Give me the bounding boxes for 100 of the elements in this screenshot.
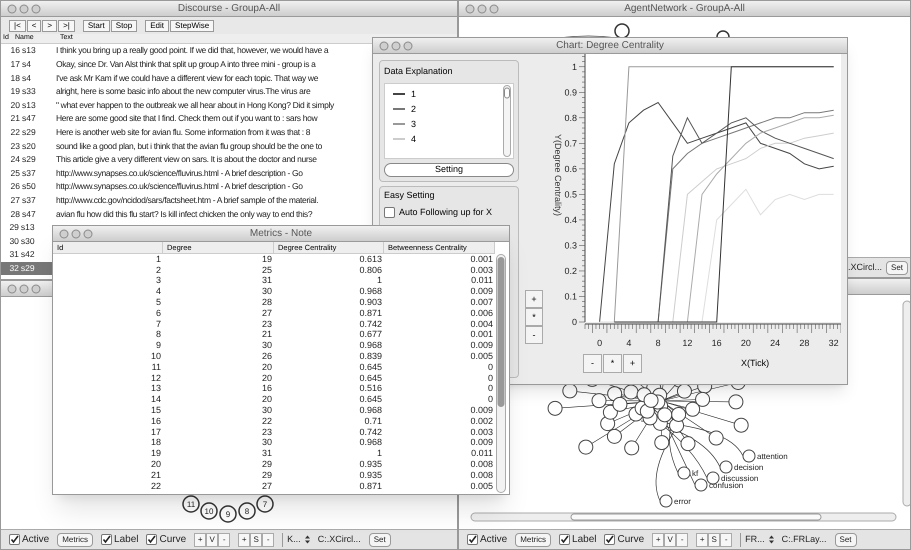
table-cell-text: 21 bbox=[150, 470, 162, 480]
table-cell: Here is another web site for avian flu. Some information from it was that : 8 bbox=[56, 126, 310, 139]
tick-label: 20 bbox=[740, 338, 751, 348]
table-cell-text: 0.871 bbox=[358, 308, 383, 318]
table-cell-text: 23 bbox=[10, 140, 20, 152]
checkbox-label: Active bbox=[22, 533, 50, 547]
tick-label: 1 bbox=[572, 62, 577, 72]
tick-label: 0.1 bbox=[564, 291, 577, 302]
window-title: AgentNetwork - GroupA-All bbox=[623, 4, 746, 14]
table-cell-text: 30 bbox=[8, 234, 19, 248]
table-cell-text: 0.516 bbox=[358, 384, 383, 394]
table-cell-text: 31 bbox=[260, 276, 273, 286]
table-cell: http://www.synapses.co.uk/science/fluvirus.html - A brief description - Go bbox=[56, 166, 303, 180]
table-cell-text: 0.71 bbox=[363, 416, 383, 426]
table-cell: I've ask Mr Kam if we could have a different view for each topic. That way we bbox=[56, 72, 318, 84]
table-cell: http://www.synapses.co.uk/science/fluvirus.html - A brief description - Go bbox=[56, 180, 303, 194]
table-cell: " what ever happen to the outbreak we all hear about in Hong Kong? Did it simply bbox=[56, 98, 334, 112]
table-cell-text: 0.806 bbox=[358, 266, 383, 275]
legend-label: 1 bbox=[411, 90, 416, 98]
table-cell-text: 0.009 bbox=[469, 287, 494, 296]
table-cell-text: 0.007 bbox=[469, 298, 494, 308]
window-title: Discourse - GroupA-All bbox=[176, 4, 282, 14]
table-cell-text: s30 bbox=[20, 234, 36, 248]
table-cell-text: 0.968 bbox=[358, 287, 383, 296]
axis-title: Y(Degree Centrality) bbox=[553, 134, 563, 216]
table-cell-text: 17 bbox=[10, 58, 20, 71]
table-cell-text: 28 bbox=[10, 208, 20, 220]
table-cell-text: s42 bbox=[20, 248, 36, 262]
table-cell-text: 0.005 bbox=[469, 352, 494, 362]
table-cell-text: 0 bbox=[486, 384, 494, 394]
table-cell-text: 29 bbox=[260, 470, 273, 480]
table-cell-text: 0.003 bbox=[469, 428, 494, 437]
table-cell-text: 3 bbox=[154, 276, 162, 286]
table-cell-text: 31 bbox=[8, 248, 19, 262]
tick-label: 0 bbox=[597, 338, 602, 348]
table-cell-text: s13 bbox=[21, 44, 37, 58]
node-label: 11 bbox=[186, 500, 196, 509]
group-title: Easy Setting bbox=[384, 188, 436, 202]
table-cell-text: 30 bbox=[260, 287, 273, 296]
tick-label: 0.3 bbox=[564, 240, 577, 250]
table-cell-text: 0.001 bbox=[469, 330, 494, 340]
axis-title: X(Tick) bbox=[741, 356, 770, 370]
table-cell-text: 0.645 bbox=[358, 395, 383, 404]
tick-label: 24 bbox=[770, 338, 780, 348]
table-cell-text: 0.871 bbox=[358, 482, 383, 491]
table-cell-text: 14 bbox=[150, 395, 162, 404]
table-cell-text: 0.009 bbox=[469, 438, 494, 448]
table-cell-text: 20 bbox=[10, 98, 20, 112]
table-cell-text: 30 bbox=[260, 406, 273, 416]
table-cell-text: 5 bbox=[154, 298, 162, 308]
table-cell-text: 25 bbox=[260, 266, 273, 275]
node-label: error bbox=[674, 497, 691, 506]
table-cell-text: 19 bbox=[10, 85, 20, 98]
table-cell-text: 15 bbox=[150, 406, 162, 416]
table-cell-text: 30 bbox=[260, 341, 273, 350]
table-cell-text: 6 bbox=[154, 308, 162, 318]
table-cell-text: 8 bbox=[154, 330, 162, 340]
table-cell-text: 0.613 bbox=[358, 254, 383, 264]
legend-label: 2 bbox=[411, 104, 416, 114]
table-cell-text: 28 bbox=[260, 298, 273, 308]
table-cell-text: 0.009 bbox=[469, 341, 494, 350]
table-cell: Okay, since Dr. Van Alst think that split up group A into three mini - group is a bbox=[56, 58, 316, 71]
checkbox-label: Label bbox=[572, 533, 596, 547]
table-cell-text: 4 bbox=[154, 287, 162, 296]
tick-label: 0 bbox=[572, 317, 577, 327]
tick-label: 8 bbox=[656, 338, 661, 348]
table-cell-text: 0.009 bbox=[469, 406, 494, 416]
table-cell-text: s13 bbox=[20, 221, 36, 234]
table-cell-text: 0.839 bbox=[358, 352, 383, 362]
table-cell: Here are some good site that I find. Check them out if you want to : sars how bbox=[56, 112, 318, 126]
node-label: 10 bbox=[204, 507, 214, 516]
window-title: Chart: Degree Centrality bbox=[555, 40, 665, 50]
table-cell-text: 17 bbox=[150, 428, 162, 437]
table-cell-text: 18 bbox=[10, 72, 20, 84]
table-cell-text: s29 bbox=[21, 153, 37, 166]
table-cell-text: 9 bbox=[154, 341, 162, 350]
table-cell-text: 20 bbox=[260, 395, 273, 404]
tick-label: 32 bbox=[828, 338, 839, 348]
table-cell-text: s29 bbox=[20, 262, 36, 275]
table-cell-text: 0.011 bbox=[470, 276, 494, 286]
layout-path: C:.XCircl... bbox=[318, 532, 361, 546]
table-cell-text: 16 bbox=[10, 44, 20, 58]
table-cell-text: 27 bbox=[260, 482, 273, 491]
table-cell-text: 22 bbox=[260, 416, 273, 426]
layout-path: .XCircl... bbox=[848, 260, 882, 274]
table-cell-text: 0.903 bbox=[358, 298, 383, 308]
checkbox-label: Auto Following up for X bbox=[399, 206, 492, 219]
table-cell-text: 26 bbox=[260, 352, 273, 362]
table-cell-text: 0.001 bbox=[469, 254, 494, 264]
window-title: Metrics - Note bbox=[248, 228, 314, 238]
table-cell-text: 19 bbox=[260, 254, 273, 264]
table-cell-text: s37 bbox=[21, 194, 37, 207]
tick-label: 4 bbox=[626, 338, 632, 348]
table-cell-text: 19 bbox=[150, 449, 162, 458]
table-cell-text: 18 bbox=[150, 438, 162, 448]
checkbox-label: Curve bbox=[617, 533, 644, 547]
table-cell-text: 0 bbox=[486, 374, 494, 383]
table-cell-text: 0.645 bbox=[358, 362, 383, 372]
node-label: discussion bbox=[721, 474, 758, 483]
table-cell-text: 22 bbox=[150, 482, 162, 491]
